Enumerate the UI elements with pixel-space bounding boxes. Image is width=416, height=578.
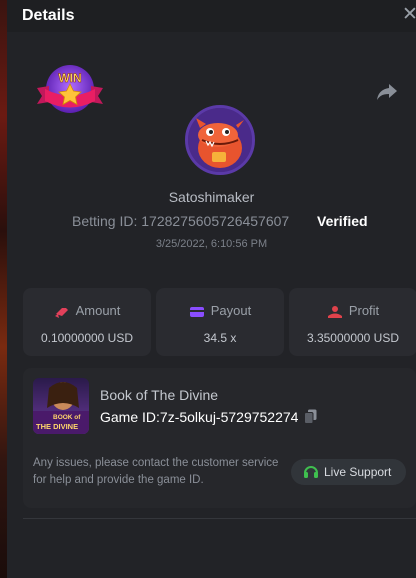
panel-header: Details ✕	[7, 0, 416, 32]
bet-stats: Amount 0.10000000 USD Payout 34.5 x Prof…	[23, 288, 416, 356]
win-badge-text: WIN	[58, 71, 81, 85]
game-name: Book of The Divine	[100, 387, 219, 403]
game-cover-image: BOOK of THE DIVINE	[33, 378, 89, 434]
live-support-label: Live Support	[324, 465, 392, 479]
game-card: BOOK of THE DIVINE Book of The Divine Ga…	[23, 368, 416, 508]
stat-amount-label: Amount	[75, 303, 121, 318]
live-support-button[interactable]: Live Support	[291, 459, 406, 485]
close-icon[interactable]: ✕	[402, 4, 416, 26]
betting-id: Betting ID: 1728275605726457607	[72, 213, 290, 229]
stat-card-profit: Profit 3.35000000 USD	[289, 288, 416, 356]
profit-icon	[327, 305, 342, 318]
game-id: Game ID:7z-5olkuj-5729752274	[100, 409, 299, 425]
stat-payout-value: 34.5 x	[203, 331, 237, 345]
payout-icon	[189, 306, 204, 317]
headset-icon	[304, 466, 318, 478]
verified-badge: Verified	[317, 213, 368, 229]
dragon-avatar-icon	[188, 108, 252, 172]
support-message: Any issues, please contact the customer …	[33, 457, 279, 486]
stat-payout-header: Payout	[156, 303, 284, 319]
username: Satoshimaker	[168, 189, 255, 205]
game-cover-text-2: THE DIVINE	[36, 422, 78, 431]
share-icon[interactable]	[375, 81, 399, 103]
background-game-strip	[0, 0, 7, 578]
copy-icon[interactable]	[304, 409, 317, 424]
stat-card-amount: Amount 0.10000000 USD	[23, 288, 151, 356]
panel-title: Details	[22, 7, 75, 24]
game-thumbnail[interactable]: BOOK of THE DIVINE	[33, 378, 89, 434]
stat-amount-value: 0.10000000 USD	[40, 331, 134, 345]
divider	[23, 518, 416, 519]
avatar	[185, 105, 255, 175]
stat-amount-header: Amount	[23, 303, 151, 319]
stat-profit-value: 3.35000000 USD	[306, 331, 400, 345]
stat-profit-label: Profit	[348, 303, 380, 318]
stat-profit-header: Profit	[289, 303, 416, 319]
details-panel: Details ✕ WIN Satoshimaker Betting ID: 1…	[7, 0, 416, 578]
stat-card-payout: Payout 34.5 x	[156, 288, 284, 356]
amount-icon	[54, 307, 68, 318]
game-id-row: Game ID:7z-5olkuj-5729752274	[100, 409, 317, 425]
betting-row: Betting ID: 1728275605726457607 Verified	[7, 213, 416, 233]
bet-timestamp: 3/25/2022, 6:10:56 PM	[155, 238, 268, 250]
win-badge-icon: WIN	[37, 65, 103, 113]
game-cover-text-1: BOOK of	[53, 414, 81, 421]
stat-payout-label: Payout	[210, 303, 252, 318]
